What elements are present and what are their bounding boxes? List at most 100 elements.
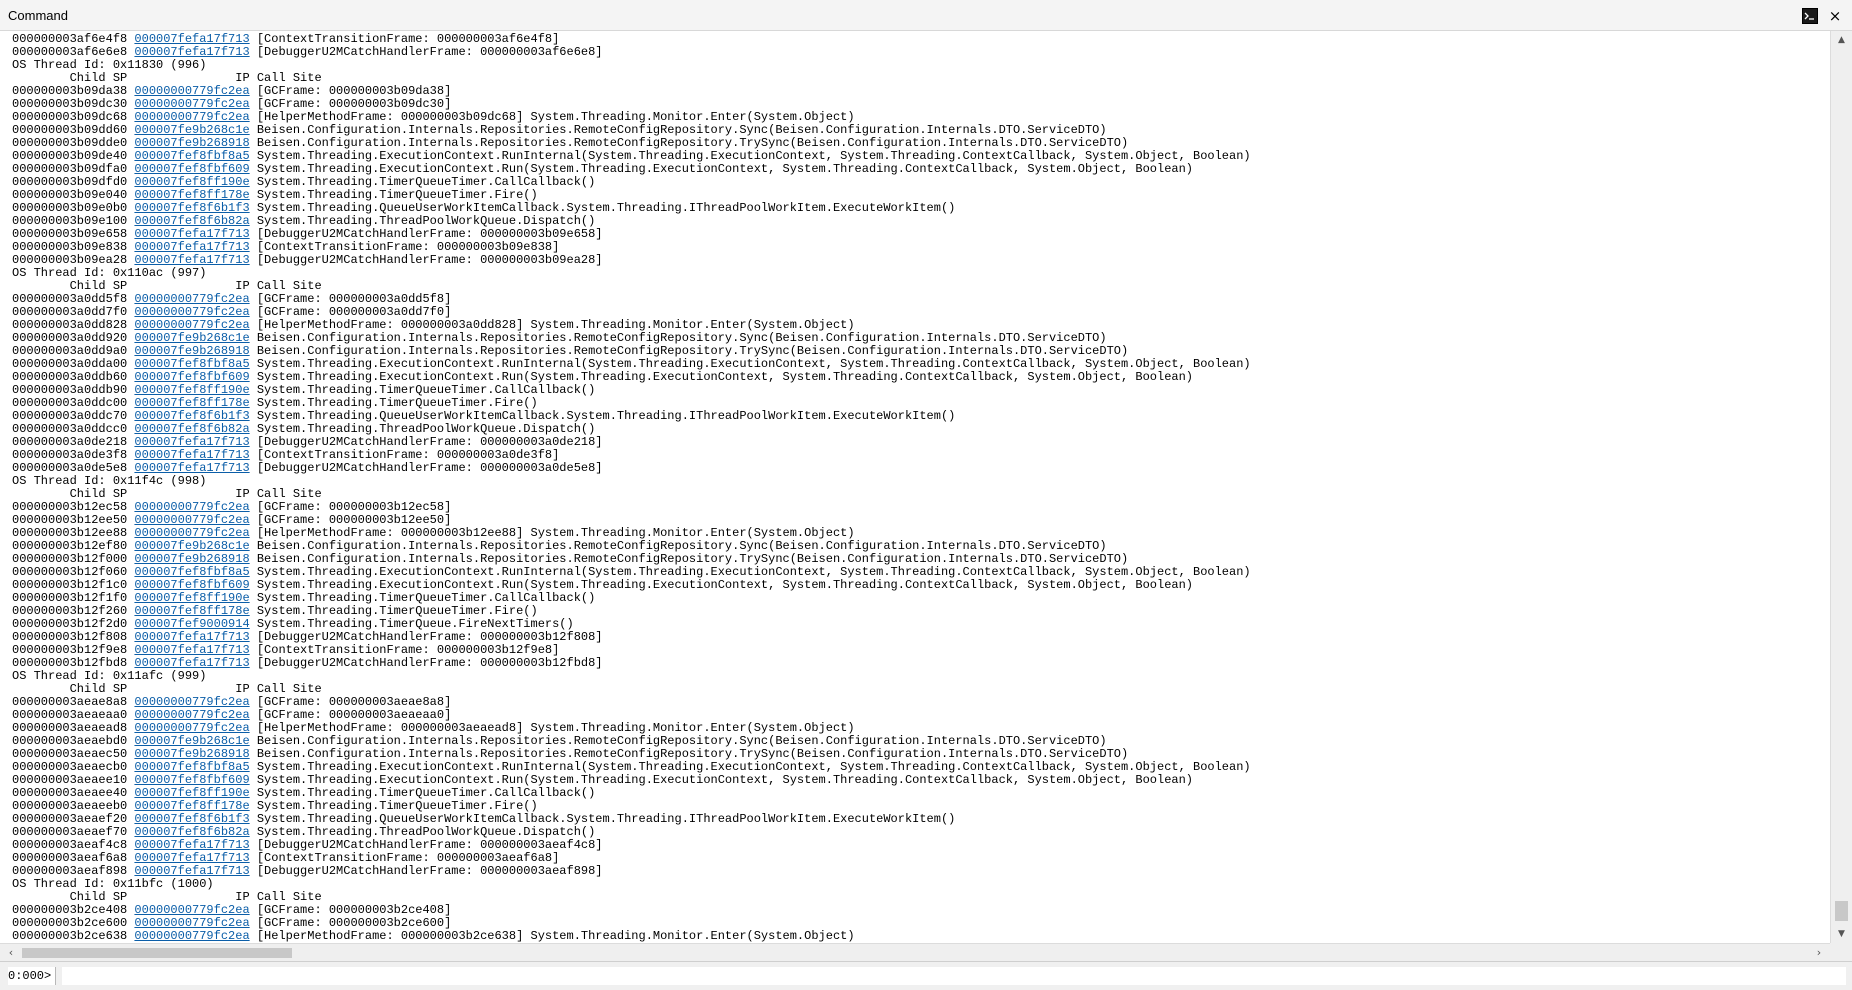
ip-link[interactable]: 00000000779fc2ea xyxy=(134,110,249,124)
ip-link[interactable]: 000007fef8fbf609 xyxy=(134,370,249,384)
ip-link[interactable]: 000007fef8fbf609 xyxy=(134,773,249,787)
ip-link[interactable]: 000007fef8ff178e xyxy=(134,188,249,202)
ip-link[interactable]: 000007fef8f6b82a xyxy=(134,825,249,839)
ip-link[interactable]: 000007fef8f6b82a xyxy=(134,214,249,228)
child-sp: 000000003a0dd828 xyxy=(12,318,128,332)
ip-link[interactable]: 000007fef8ff178e xyxy=(134,396,249,410)
child-sp: 000000003b12f260 xyxy=(12,604,128,618)
command-input[interactable] xyxy=(62,967,1846,985)
ip-link[interactable]: 000007fef8ff190e xyxy=(134,175,249,189)
vertical-scroll-thumb[interactable] xyxy=(1835,901,1848,921)
call-site: System.Threading.ExecutionContext.Run(Sy… xyxy=(256,162,1193,176)
child-sp: 000000003b12f2d0 xyxy=(12,617,128,631)
ip-link[interactable]: 00000000779fc2ea xyxy=(134,929,249,943)
ip-link[interactable]: 000007fefa17f713 xyxy=(134,435,249,449)
child-sp: 000000003b09da38 xyxy=(12,84,128,98)
ip-link[interactable]: 000007fef8ff178e xyxy=(134,604,249,618)
ip-link[interactable]: 000007fef8fbf8a5 xyxy=(134,565,249,579)
call-site: System.Threading.ExecutionContext.Run(Sy… xyxy=(256,578,1193,592)
ip-link[interactable]: 000007fefa17f713 xyxy=(134,240,249,254)
ip-link[interactable]: 000007fe9b268918 xyxy=(134,136,249,150)
ip-link[interactable]: 000007fef8f6b1f3 xyxy=(134,201,249,215)
call-site: System.Threading.TimerQueueTimer.Fire() xyxy=(256,396,538,410)
call-site: [DebuggerU2MCatchHandlerFrame: 000000003… xyxy=(256,435,603,449)
ip-link[interactable]: 00000000779fc2ea xyxy=(134,916,249,930)
child-sp: 000000003b2ce600 xyxy=(12,916,128,930)
ip-link[interactable]: 000007fefa17f713 xyxy=(134,838,249,852)
ip-link[interactable]: 000007fef8fbf8a5 xyxy=(134,357,249,371)
scroll-left-icon[interactable]: ‹ xyxy=(2,944,20,962)
ip-link[interactable]: 000007fef8f6b1f3 xyxy=(134,812,249,826)
ip-link[interactable]: 00000000779fc2ea xyxy=(134,305,249,319)
ip-link[interactable]: 000007fefa17f713 xyxy=(134,448,249,462)
ip-link[interactable]: 000007fe9b268c1e xyxy=(134,734,249,748)
ip-link[interactable]: 000007fef8fbf8a5 xyxy=(134,149,249,163)
ip-link[interactable]: 000007fefa17f713 xyxy=(134,227,249,241)
ip-link[interactable]: 00000000779fc2ea xyxy=(134,695,249,709)
call-site: [ContextTransitionFrame: 000000003aeaf6a… xyxy=(256,851,560,865)
ip-link[interactable]: 000007fefa17f713 xyxy=(134,643,249,657)
call-site: [GCFrame: 000000003b09dc30] xyxy=(256,97,452,111)
ip-link[interactable]: 00000000779fc2ea xyxy=(134,708,249,722)
ip-link[interactable]: 000007fef8ff190e xyxy=(134,591,249,605)
command-bar: 0:000> xyxy=(0,961,1852,990)
child-sp: 000000003b09dde0 xyxy=(12,136,128,150)
child-sp: 000000003a0ddb90 xyxy=(12,383,128,397)
ip-link[interactable]: 00000000779fc2ea xyxy=(134,84,249,98)
call-site: System.Threading.ExecutionContext.Run(Sy… xyxy=(256,773,1193,787)
call-site: [GCFrame: 000000003aeaeaa0] xyxy=(256,708,452,722)
ip-link[interactable]: 00000000779fc2ea xyxy=(134,292,249,306)
ip-link[interactable]: 000007fef8f6b82a xyxy=(134,422,249,436)
scroll-up-icon[interactable]: ▲ xyxy=(1831,31,1852,49)
ip-link[interactable]: 000007fe9b268c1e xyxy=(134,123,249,137)
ip-link[interactable]: 000007fef8fbf609 xyxy=(134,162,249,176)
scroll-down-icon[interactable]: ▼ xyxy=(1831,925,1852,943)
ip-link[interactable]: 000007fe9b268c1e xyxy=(134,331,249,345)
vertical-scrollbar[interactable]: ▲ ▼ xyxy=(1830,31,1852,943)
child-sp: 000000003a0dda00 xyxy=(12,357,128,371)
ip-link[interactable]: 000007fe9b268918 xyxy=(134,747,249,761)
ip-link[interactable]: 000007fefa17f713 xyxy=(134,45,249,59)
child-sp: 000000003aeaec50 xyxy=(12,747,128,761)
command-prompt-icon[interactable] xyxy=(1802,8,1818,24)
child-sp: 000000003b09e100 xyxy=(12,214,128,228)
ip-link[interactable]: 000007fef8fbf8a5 xyxy=(134,760,249,774)
call-site: System.Threading.TimerQueueTimer.Fire() xyxy=(256,604,538,618)
horizontal-scroll-thumb[interactable] xyxy=(22,948,292,958)
ip-link[interactable]: 00000000779fc2ea xyxy=(134,903,249,917)
call-site: [DebuggerU2MCatchHandlerFrame: 000000003… xyxy=(256,45,603,59)
ip-link[interactable]: 000007fef9000914 xyxy=(134,617,249,631)
ip-link[interactable]: 000007fefa17f713 xyxy=(134,32,249,46)
ip-link[interactable]: 000007fef8fbf609 xyxy=(134,578,249,592)
scroll-right-icon[interactable]: › xyxy=(1810,944,1828,962)
call-site: [DebuggerU2MCatchHandlerFrame: 000000003… xyxy=(256,864,603,878)
ip-link[interactable]: 000007fe9b268918 xyxy=(134,344,249,358)
ip-link[interactable]: 000007fef8ff178e xyxy=(134,799,249,813)
call-site: System.Threading.ExecutionContext.RunInt… xyxy=(256,565,1251,579)
close-icon[interactable]: × xyxy=(1826,7,1844,25)
ip-link[interactable]: 000007fefa17f713 xyxy=(134,864,249,878)
ip-link[interactable]: 00000000779fc2ea xyxy=(134,97,249,111)
ip-link[interactable]: 000007fefa17f713 xyxy=(134,461,249,475)
ip-link[interactable]: 000007fefa17f713 xyxy=(134,656,249,670)
ip-link[interactable]: 00000000779fc2ea xyxy=(134,513,249,527)
ip-link[interactable]: 000007fefa17f713 xyxy=(134,253,249,267)
child-sp: 000000003b12f9e8 xyxy=(12,643,128,657)
ip-link[interactable]: 00000000779fc2ea xyxy=(134,318,249,332)
ip-link[interactable]: 000007fefa17f713 xyxy=(134,851,249,865)
horizontal-scrollbar[interactable]: ‹ › xyxy=(0,943,1830,961)
child-sp: 000000003aeaead8 xyxy=(12,721,128,735)
ip-link[interactable]: 000007fe9b268c1e xyxy=(134,539,249,553)
ip-link[interactable]: 00000000779fc2ea xyxy=(134,526,249,540)
ip-link[interactable]: 000007fefa17f713 xyxy=(134,630,249,644)
ip-link[interactable]: 00000000779fc2ea xyxy=(134,500,249,514)
command-output[interactable]: 000000003af6e4f8 000007fefa17f713 [Conte… xyxy=(0,31,1830,943)
ip-link[interactable]: 000007fef8ff190e xyxy=(134,786,249,800)
ip-link[interactable]: 000007fef8f6b1f3 xyxy=(134,409,249,423)
child-sp: 000000003aeaee40 xyxy=(12,786,128,800)
ip-link[interactable]: 000007fe9b268918 xyxy=(134,552,249,566)
call-site: [GCFrame: 000000003a0dd5f8] xyxy=(256,292,452,306)
ip-link[interactable]: 000007fef8ff190e xyxy=(134,383,249,397)
call-site: [GCFrame: 000000003b12ec58] xyxy=(256,500,452,514)
ip-link[interactable]: 00000000779fc2ea xyxy=(134,721,249,735)
